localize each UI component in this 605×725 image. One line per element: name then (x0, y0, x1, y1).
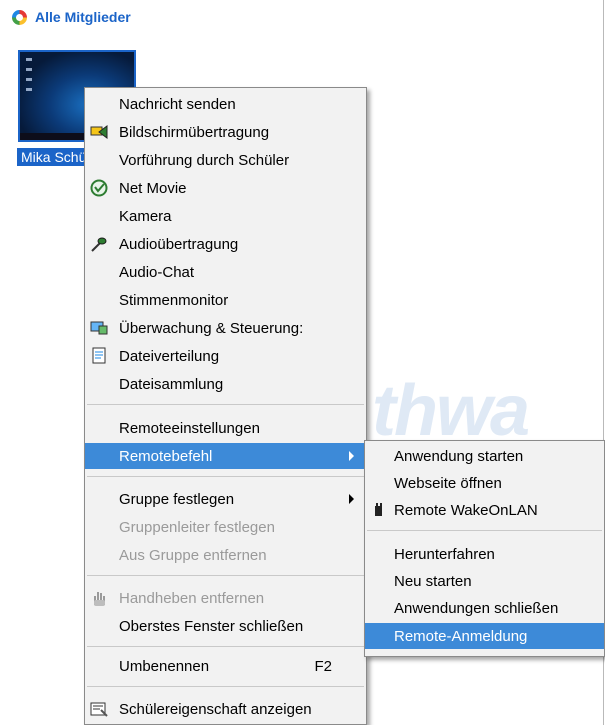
menu-item-audio-chat[interactable]: Audio-Chat (85, 259, 366, 285)
submenu-item-open-website[interactable]: Webseite öffnen (365, 470, 604, 496)
menu-item-set-group-leader[interactable]: Gruppenleiter festlegen (85, 514, 366, 540)
file-distribution-icon (89, 347, 109, 365)
menu-item-net-movie[interactable]: Net Movie (85, 175, 366, 201)
menu-item-remote-command[interactable]: Remotebefehl (85, 443, 366, 469)
desktop-icons (26, 58, 32, 98)
submenu-arrow-icon (349, 494, 354, 504)
submenu-item-restart[interactable]: Neu starten (365, 568, 604, 594)
menu-separator (87, 404, 364, 405)
screen-broadcast-icon (89, 123, 109, 141)
menu-separator (87, 476, 364, 477)
menu-item-remove-from-group[interactable]: Aus Gruppe entfernen (85, 542, 366, 568)
submenu-item-remote-login[interactable]: Remote-Anmeldung (365, 623, 604, 649)
menu-item-close-top-window[interactable]: Oberstes Fenster schließen (85, 613, 366, 639)
group-header[interactable]: Alle Mitglieder (12, 9, 131, 25)
menu-item-monitor-control[interactable]: Überwachung & Steuerung: (85, 315, 366, 341)
group-title[interactable]: Alle Mitglieder (35, 9, 131, 25)
menu-item-file-collection[interactable]: Dateisammlung (85, 371, 366, 397)
menu-separator (367, 530, 602, 531)
properties-icon (89, 700, 109, 718)
submenu-item-close-applications[interactable]: Anwendungen schließen (365, 595, 604, 621)
context-menu: Nachricht senden Bildschirmübertragung V… (84, 87, 367, 725)
menu-item-remove-hand-raise[interactable]: Handheben entfernen (85, 585, 366, 611)
menu-item-remote-settings[interactable]: Remoteeinstellungen (85, 415, 366, 441)
monitor-control-icon (89, 319, 109, 337)
submenu-item-start-application[interactable]: Anwendung starten (365, 443, 604, 469)
net-movie-icon (89, 179, 109, 197)
menu-item-screen-broadcast[interactable]: Bildschirmübertragung (85, 119, 366, 145)
group-ring-icon (12, 9, 27, 25)
microphone-icon (89, 235, 109, 253)
menu-separator (87, 575, 364, 576)
menu-item-send-message[interactable]: Nachricht senden (85, 91, 366, 117)
menu-item-file-distribution[interactable]: Dateiverteilung (85, 343, 366, 369)
menu-item-audio-broadcast[interactable]: Audioübertragung (85, 231, 366, 257)
menu-separator (87, 646, 364, 647)
menu-item-rename[interactable]: Umbenennen F2 (85, 653, 366, 679)
remote-command-submenu: Anwendung starten Webseite öffnen Remote… (364, 440, 605, 657)
submenu-item-wake-on-lan[interactable]: Remote WakeOnLAN (365, 497, 604, 523)
menu-item-camera[interactable]: Kamera (85, 203, 366, 229)
power-plug-icon (369, 501, 389, 519)
hand-raise-icon (89, 589, 109, 607)
menu-item-voice-monitor[interactable]: Stimmenmonitor (85, 287, 366, 313)
menu-item-student-demo[interactable]: Vorführung durch Schüler (85, 147, 366, 173)
menu-separator (87, 686, 364, 687)
menu-item-student-properties[interactable]: Schülereigenschaft anzeigen (85, 696, 366, 722)
menu-item-set-group[interactable]: Gruppe festlegen (85, 486, 366, 512)
submenu-item-shutdown[interactable]: Herunterfahren (365, 541, 604, 567)
submenu-arrow-icon (349, 451, 354, 461)
shortcut-label: F2 (314, 657, 332, 675)
